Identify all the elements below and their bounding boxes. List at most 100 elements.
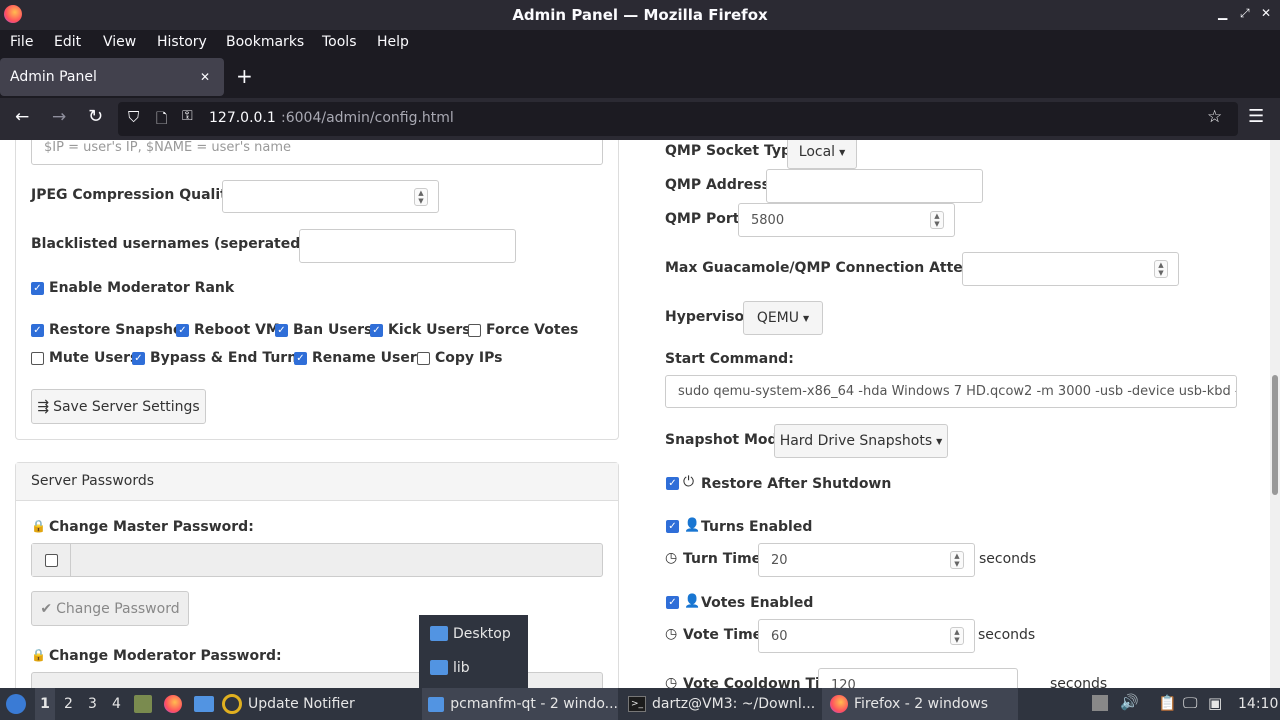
menu-view[interactable]: View [103, 34, 136, 50]
page-scrollbar[interactable] [1270, 140, 1280, 688]
close-window-button[interactable]: ✕ [1261, 6, 1271, 20]
spinner-icon[interactable]: ▲ ▼ [950, 551, 964, 569]
perm-copy-ips-checkbox[interactable] [417, 352, 430, 365]
change-password-label: Change Password [56, 600, 180, 617]
workspace-3[interactable]: 3 [88, 688, 97, 720]
votes-label: Votes Enabled [701, 595, 814, 611]
snapshot-mode-dropdown[interactable]: Hard Drive Snapshots ▼ [774, 424, 948, 458]
restore-checkbox[interactable]: ✓ [666, 477, 679, 490]
spinner-icon[interactable]: ▲ ▼ [1154, 260, 1168, 278]
mod-rank-label: Enable Moderator Rank [49, 280, 235, 296]
tab-close-icon[interactable]: ✕ [200, 70, 210, 84]
menu-file[interactable]: File [10, 34, 33, 50]
vote-cooldown-input[interactable]: 120 [818, 668, 1018, 688]
page-content: $IP = user's IP, $NAME = user's name JPE… [0, 140, 1270, 688]
url-host: 127.0.0.1 [209, 110, 276, 126]
menu-help[interactable]: Help [377, 34, 409, 50]
clock: 14:10 [1238, 696, 1279, 712]
bookmark-star-icon[interactable]: ☆ [1207, 107, 1222, 127]
task-label: pcmanfm-qt - 2 windo... [450, 696, 618, 712]
turns-checkbox[interactable]: ✓ [666, 520, 679, 533]
task-update-notifier[interactable]: Update Notifier [222, 688, 418, 720]
shield-icon[interactable]: ⛉ [128, 108, 139, 126]
qmp-port-input[interactable]: 5800 ▲ ▼ [738, 203, 955, 237]
jpeg-quality-input[interactable]: ▲ ▼ [222, 180, 439, 213]
workspace-2[interactable]: 2 [64, 688, 73, 720]
perm-reboot-label: Reboot VM [194, 322, 280, 338]
votes-checkbox[interactable]: ✓ [666, 596, 679, 609]
firefox-launcher-icon[interactable] [164, 695, 182, 713]
tab-admin-panel[interactable]: Admin Panel ✕ [0, 58, 224, 96]
desktop-launcher-icon[interactable] [194, 696, 214, 712]
perm-mute-checkbox[interactable] [31, 352, 44, 365]
update-notifier-icon [222, 694, 242, 714]
caret-down-icon: ▼ [803, 313, 810, 323]
lock-icon: 🔒 [31, 648, 46, 662]
workspace-4[interactable]: 4 [112, 688, 121, 720]
qmp-port-label: QMP Port: [665, 211, 746, 227]
perm-bypass-checkbox[interactable]: ✓ [132, 352, 145, 365]
firefox-icon [830, 695, 848, 713]
menu-edit[interactable]: Edit [54, 34, 81, 50]
task-firefox[interactable]: Firefox - 2 windows [822, 688, 1018, 720]
menu-bookmarks[interactable]: Bookmarks [226, 34, 304, 50]
perm-kick-checkbox[interactable]: ✓ [370, 324, 383, 337]
monitor-icon[interactable]: 🖵 [1183, 694, 1197, 712]
task-terminal[interactable]: >_ dartz@VM3: ~/Downl... [622, 688, 818, 720]
perm-force-votes-checkbox[interactable] [468, 324, 481, 337]
moderator-password-label: Change Moderator Password: [49, 648, 282, 664]
change-password-button[interactable]: ✔ Change Password [31, 591, 189, 626]
clipboard-icon[interactable]: 📋 [1158, 694, 1177, 712]
reload-icon[interactable]: ↻ [88, 106, 103, 127]
popup-item-label: Desktop [453, 626, 511, 642]
turn-time-input[interactable]: 20 ▲ ▼ [758, 543, 975, 577]
vote-cooldown-value: 120 [831, 677, 856, 689]
url-bar[interactable]: ⛉ 🗋 ⚿ 127.0.0.1 :6004/admin/config.html … [118, 102, 1238, 136]
tray-device-icon[interactable]: ▣ [1208, 694, 1222, 712]
start-command-input[interactable]: sudo qemu-system-x86_64 -hda Windows 7 H… [665, 375, 1237, 408]
workspace-1[interactable]: 1 [35, 688, 55, 720]
volume-icon[interactable]: 🔊 [1120, 693, 1139, 711]
folder-icon [430, 626, 448, 641]
menu-tools[interactable]: Tools [322, 34, 357, 50]
turns-label: Turns Enabled [701, 519, 813, 535]
vote-time-unit: seconds [978, 627, 1036, 643]
task-pcmanfm[interactable]: pcmanfm-qt - 2 windo... [422, 688, 618, 720]
spinner-icon[interactable]: ▲ ▼ [930, 211, 944, 229]
tab-bar: Admin Panel ✕ + [0, 56, 1280, 98]
popup-item-desktop[interactable]: Desktop [419, 619, 528, 649]
file-manager-launcher-icon[interactable] [134, 695, 152, 713]
turn-time-unit: seconds [979, 551, 1037, 567]
app-menu-icon[interactable]: ☰ [1248, 106, 1264, 127]
qmp-address-input[interactable] [766, 169, 983, 203]
new-tab-button[interactable]: + [236, 64, 253, 88]
perm-ban-checkbox[interactable]: ✓ [275, 324, 288, 337]
perm-restore-checkbox[interactable]: ✓ [31, 324, 44, 337]
menu-history[interactable]: History [157, 34, 207, 50]
key-icon[interactable]: ⚿ [182, 108, 193, 124]
ip-format-input[interactable]: $IP = user's IP, $NAME = user's name [31, 140, 603, 165]
perm-rename-checkbox[interactable]: ✓ [294, 352, 307, 365]
task-label: Update Notifier [248, 696, 355, 712]
blacklist-input[interactable] [299, 229, 516, 263]
spinner-icon[interactable]: ▲ ▼ [414, 187, 428, 206]
spinner-icon[interactable]: ▲ ▼ [950, 627, 964, 645]
minimize-button[interactable]: ▁ [1218, 6, 1227, 20]
menu-bar: File Edit View History Bookmarks Tools H… [0, 30, 1280, 56]
maximize-button[interactable]: ⤢ [1240, 6, 1250, 21]
master-password-checkbox[interactable] [45, 554, 58, 567]
start-menu-icon[interactable] [6, 694, 26, 714]
hypervisor-dropdown[interactable]: QEMU ▼ [743, 301, 823, 335]
perm-bypass-label: Bypass & End Turns [150, 350, 306, 366]
perm-reboot-checkbox[interactable]: ✓ [176, 324, 189, 337]
forward-icon[interactable]: → [52, 107, 66, 127]
vote-time-input[interactable]: 60 ▲ ▼ [758, 619, 975, 653]
tray-upload-icon[interactable] [1092, 695, 1108, 711]
save-server-settings-button[interactable]: ⇶ Save Server Settings [31, 389, 206, 424]
popup-item-lib[interactable]: lib [419, 653, 528, 683]
mod-rank-checkbox[interactable]: ✓ [31, 282, 44, 295]
max-attempts-input[interactable]: ▲ ▼ [962, 252, 1179, 286]
scrollbar-thumb[interactable] [1272, 375, 1278, 495]
qmp-socket-dropdown[interactable]: Local ▼ [787, 140, 857, 169]
back-icon[interactable]: ← [15, 107, 29, 127]
